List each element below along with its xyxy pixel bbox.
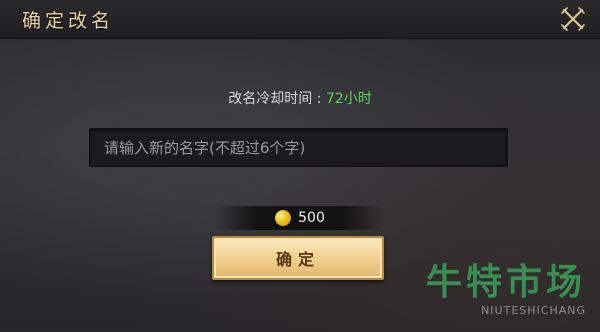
gold-coin-icon [275,210,292,226]
cooldown-label: 改名冷却时间 : [228,91,322,107]
watermark: 牛特市场 NIUTESHICHANG [426,262,586,317]
new-name-input[interactable] [89,128,508,167]
watermark-en: NIUTESHICHANG [481,304,586,317]
close-icon [561,7,585,31]
rename-cost: 500 [215,206,385,230]
rename-dialog: 确定改名 改名冷却时间 : 72小时 500 确定 [0,0,600,332]
cooldown-text: 改名冷却时间 : 72小时 [0,88,600,108]
confirm-button[interactable]: 确定 [212,236,384,280]
close-button[interactable] [558,4,588,34]
dialog-title: 确定改名 [22,10,115,32]
watermark-cn: 牛特市场 [425,262,586,303]
cost-amount: 500 [298,210,325,226]
dialog-title-bar: 确定改名 [0,0,600,39]
cooldown-value: 72小时 [325,91,372,107]
